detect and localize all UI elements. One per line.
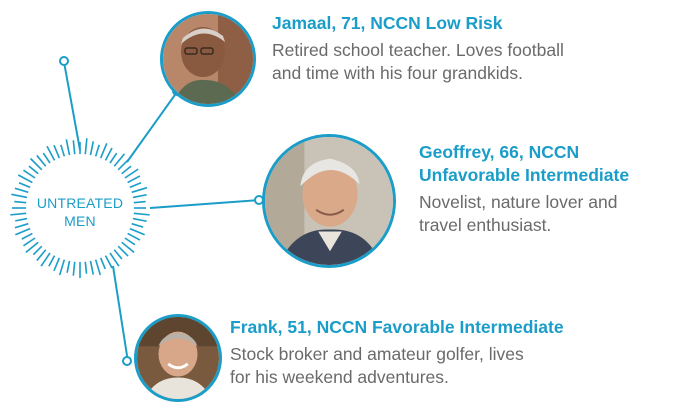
starburst-ray	[94, 144, 100, 157]
person-card-jamaal: Jamaal, 71, NCCN Low Risk Retired school…	[272, 12, 564, 85]
starburst-ray	[46, 145, 56, 161]
person-photo-frank	[137, 317, 219, 399]
person-name-jamaal: Jamaal, 71, NCCN Low Risk	[272, 13, 503, 33]
person-desc-jamaal-line2: and time with his four grandkids.	[272, 63, 523, 83]
connector-geoffrey	[149, 199, 261, 209]
starburst-ray	[127, 175, 141, 184]
starburst-ray	[14, 187, 29, 194]
starburst-ray	[89, 260, 95, 275]
hub-label-line1: UNTREATED	[36, 195, 124, 211]
starburst-ray	[42, 152, 51, 164]
connector-frank	[112, 265, 129, 363]
starburst-ray	[60, 144, 66, 157]
person-name-geoffrey-line1: Geoffrey, 66, NCCN	[419, 142, 580, 162]
connector-top-left	[63, 61, 81, 151]
starburst-ray	[117, 159, 129, 171]
starburst-ray	[124, 237, 136, 246]
starburst-ray	[11, 193, 28, 199]
starburst-ray	[65, 139, 71, 156]
starburst-ray	[89, 141, 95, 156]
node-dot-frank	[122, 356, 132, 366]
person-desc-frank-line1: Stock broker and amateur golfer, lives	[230, 344, 524, 364]
person-desc-geoffrey-line2: travel enthusiast.	[419, 215, 552, 235]
starburst-ray	[104, 255, 113, 269]
person-photo-jamaal	[163, 14, 253, 104]
starburst-ray	[127, 232, 141, 241]
starburst-ray	[23, 237, 36, 247]
avatar-jamaal	[160, 11, 256, 107]
starburst-ray	[133, 212, 150, 216]
starburst-ray	[99, 143, 108, 159]
person-name-frank: Frank, 51, NCCN Favorable Intermediate	[230, 317, 564, 337]
starburst-ray	[113, 249, 123, 260]
starburst-ray	[121, 165, 132, 175]
starburst-ray	[131, 186, 148, 194]
person-name-geoffrey-line2: Unfavorable Intermediate	[419, 165, 630, 185]
starburst-ray	[53, 144, 61, 159]
starburst-ray	[99, 257, 106, 270]
starburst-ray	[23, 169, 36, 179]
starburst-ray	[84, 138, 88, 155]
starburst-ray	[72, 261, 76, 276]
starburst-ray	[36, 249, 47, 262]
starburst-ray	[21, 232, 33, 240]
starburst-ray	[36, 154, 47, 167]
starburst-ray	[48, 255, 56, 267]
person-desc-jamaal-line1: Retired school teacher. Loves football	[272, 40, 564, 60]
avatar-geoffrey	[262, 134, 396, 268]
starburst-ray	[109, 152, 118, 164]
person-desc-geoffrey-line1: Novelist, nature lover and	[419, 192, 618, 212]
starburst-ray	[72, 140, 76, 155]
starburst-ray	[104, 147, 113, 161]
starburst-ray	[66, 260, 71, 273]
person-desc-frank-line2: for his weekend adventures.	[230, 367, 449, 387]
person-photo-geoffrey	[265, 137, 393, 265]
starburst-ray	[17, 174, 33, 184]
starburst-ray	[14, 200, 27, 204]
starburst-ray	[32, 245, 43, 256]
hub-label-line2: MEN	[64, 213, 96, 229]
starburst-ray	[94, 259, 102, 276]
starburst-ray	[133, 200, 146, 204]
starburst-ray	[129, 182, 142, 189]
starburst-ray	[117, 245, 129, 257]
starburst-ray	[28, 165, 39, 175]
starburst-ray	[53, 257, 61, 272]
connector-jamaal	[126, 91, 178, 163]
starburst-ray	[58, 259, 66, 276]
person-card-frank: Frank, 51, NCCN Favorable Intermediate S…	[230, 316, 564, 389]
starburst-ray	[132, 193, 147, 199]
starburst-ray	[10, 212, 27, 216]
starburst-ray	[131, 222, 144, 228]
node-dot-top-left	[59, 56, 69, 66]
starburst-ray	[132, 217, 147, 223]
person-card-geoffrey: Geoffrey, 66, NCCN Unfavorable Intermedi…	[419, 141, 629, 237]
hub-label: UNTREATED MEN	[27, 194, 133, 230]
starburst-ray	[84, 261, 88, 274]
starburst-ray	[15, 217, 28, 222]
avatar-frank	[134, 314, 222, 402]
starburst-ray	[18, 182, 31, 189]
